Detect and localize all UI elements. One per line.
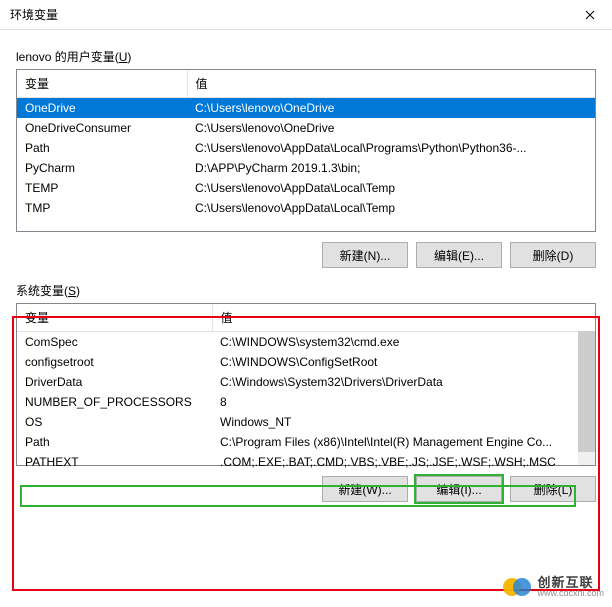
- col-value[interactable]: 值: [212, 304, 595, 332]
- table-row[interactable]: OneDriveConsumerC:\Users\lenovo\OneDrive: [17, 118, 595, 138]
- system-buttons: 新建(W)... 编辑(I)... 删除(L): [16, 466, 596, 508]
- table-row[interactable]: TMPC:\Users\lenovo\AppData\Local\Temp: [17, 198, 595, 218]
- cell-value: C:\Program Files (x86)\Intel\Intel(R) Ma…: [212, 432, 595, 452]
- cell-value: C:\WINDOWS\system32\cmd.exe: [212, 332, 595, 353]
- cell-value: C:\Windows\System32\Drivers\DriverData: [212, 372, 595, 392]
- cell-value: C:\Users\lenovo\AppData\Local\Temp: [187, 178, 595, 198]
- cell-variable: OneDriveConsumer: [17, 118, 187, 138]
- col-variable[interactable]: 变量: [17, 304, 212, 332]
- window-title: 环境变量: [10, 6, 58, 23]
- table-row[interactable]: PATHEXT.COM;.EXE;.BAT;.CMD;.VBS;.VBE;.JS…: [17, 452, 595, 472]
- user-new-button[interactable]: 新建(N)...: [322, 242, 408, 268]
- cell-variable: DriverData: [17, 372, 212, 392]
- table-row[interactable]: DriverDataC:\Windows\System32\Drivers\Dr…: [17, 372, 595, 392]
- system-vars-table[interactable]: 变量 值 ComSpecC:\WINDOWS\system32\cmd.exec…: [16, 303, 596, 466]
- cell-value: .COM;.EXE;.BAT;.CMD;.VBS;.VBE;.JS;.JSE;.…: [212, 452, 595, 472]
- cell-value: Windows_NT: [212, 412, 595, 432]
- dialog-content: lenovo 的用户变量(U) 变量 值 OneDriveC:\Users\le…: [0, 30, 612, 508]
- cell-variable: NUMBER_OF_PROCESSORS: [17, 392, 212, 412]
- close-button[interactable]: [567, 0, 612, 30]
- user-vars-table[interactable]: 变量 值 OneDriveC:\Users\lenovo\OneDriveOne…: [16, 69, 596, 232]
- user-vars-label: lenovo 的用户变量(U): [16, 48, 596, 65]
- cell-variable: configsetroot: [17, 352, 212, 372]
- system-vars-label: 系统变量(S): [16, 282, 596, 299]
- cell-variable: PyCharm: [17, 158, 187, 178]
- user-delete-button[interactable]: 删除(D): [510, 242, 596, 268]
- watermark-url: www.cdcxhl.com: [537, 589, 604, 598]
- cell-value: C:\Users\lenovo\AppData\Local\Programs\P…: [187, 138, 595, 158]
- watermark-logo-icon: [503, 573, 531, 601]
- scrollbar-vertical[interactable]: [578, 331, 595, 465]
- system-delete-button[interactable]: 删除(L): [510, 476, 596, 502]
- table-row[interactable]: ComSpecC:\WINDOWS\system32\cmd.exe: [17, 332, 595, 353]
- cell-variable: ComSpec: [17, 332, 212, 353]
- table-row[interactable]: OSWindows_NT: [17, 412, 595, 432]
- system-new-button[interactable]: 新建(W)...: [322, 476, 408, 502]
- scrollbar-thumb[interactable]: [578, 331, 595, 452]
- env-vars-dialog: 环境变量 lenovo 的用户变量(U) 变量 值 OneDriveC:\Use…: [0, 0, 612, 607]
- watermark-text: 创新互联: [537, 576, 604, 589]
- cell-value: C:\Users\lenovo\OneDrive: [187, 98, 595, 119]
- close-icon: [585, 10, 595, 20]
- table-row[interactable]: TEMPC:\Users\lenovo\AppData\Local\Temp: [17, 178, 595, 198]
- cell-variable: TMP: [17, 198, 187, 218]
- table-row[interactable]: configsetrootC:\WINDOWS\ConfigSetRoot: [17, 352, 595, 372]
- table-row[interactable]: PathC:\Program Files (x86)\Intel\Intel(R…: [17, 432, 595, 452]
- table-row[interactable]: NUMBER_OF_PROCESSORS8: [17, 392, 595, 412]
- cell-value: C:\WINDOWS\ConfigSetRoot: [212, 352, 595, 372]
- cell-value: D:\APP\PyCharm 2019.1.3\bin;: [187, 158, 595, 178]
- cell-variable: Path: [17, 432, 212, 452]
- watermark: 创新互联 www.cdcxhl.com: [503, 573, 604, 601]
- cell-variable: Path: [17, 138, 187, 158]
- cell-value: C:\Users\lenovo\OneDrive: [187, 118, 595, 138]
- cell-value: 8: [212, 392, 595, 412]
- titlebar: 环境变量: [0, 0, 612, 30]
- col-value[interactable]: 值: [187, 70, 595, 98]
- system-edit-button[interactable]: 编辑(I)...: [416, 476, 502, 502]
- table-row[interactable]: PathC:\Users\lenovo\AppData\Local\Progra…: [17, 138, 595, 158]
- table-row[interactable]: PyCharmD:\APP\PyCharm 2019.1.3\bin;: [17, 158, 595, 178]
- user-edit-button[interactable]: 编辑(E)...: [416, 242, 502, 268]
- col-variable[interactable]: 变量: [17, 70, 187, 98]
- cell-variable: OneDrive: [17, 98, 187, 119]
- table-row[interactable]: OneDriveC:\Users\lenovo\OneDrive: [17, 98, 595, 119]
- cell-value: C:\Users\lenovo\AppData\Local\Temp: [187, 198, 595, 218]
- cell-variable: TEMP: [17, 178, 187, 198]
- cell-variable: PATHEXT: [17, 452, 212, 472]
- user-buttons: 新建(N)... 编辑(E)... 删除(D): [16, 232, 596, 274]
- cell-variable: OS: [17, 412, 212, 432]
